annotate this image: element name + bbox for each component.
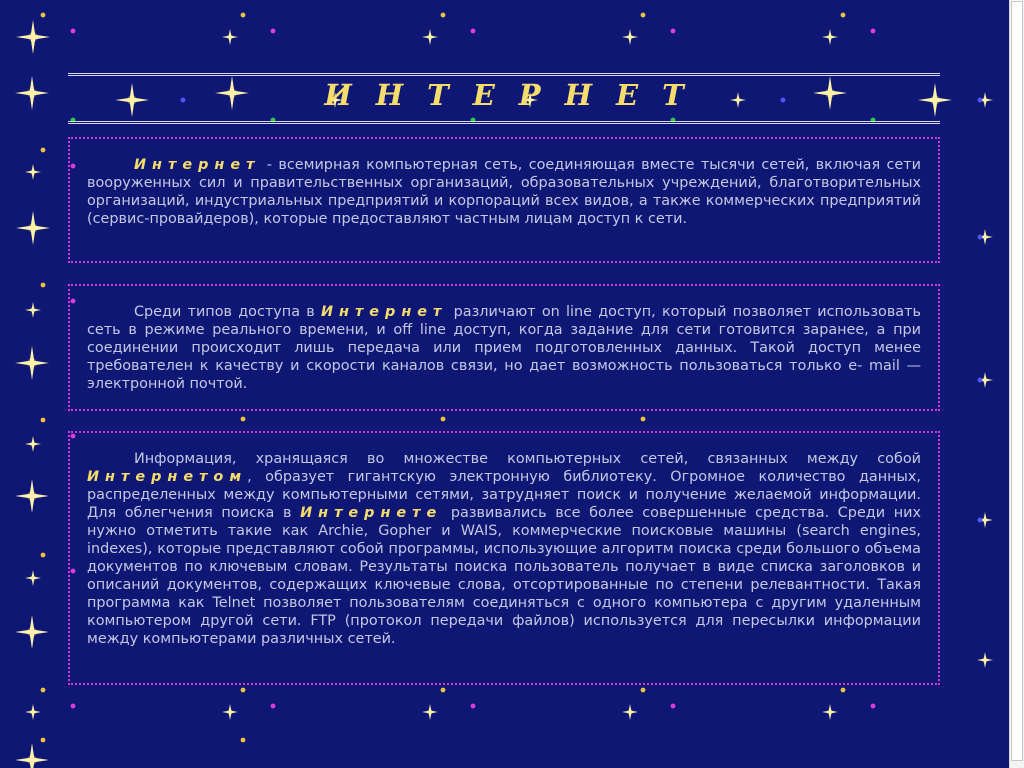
panel-text: Интернет - всемирная компьютерная сеть, … (87, 156, 921, 228)
body-text: Информация, хранящаяся во множестве комп… (134, 451, 921, 467)
vertical-scrollbar[interactable] (1009, 0, 1024, 768)
scrollbar-thumb[interactable] (1011, 1, 1023, 761)
body-text: развивались все более совершенные средст… (87, 505, 921, 647)
term-internet: Интернете (300, 505, 443, 521)
information-search-panel: Информация, хранящаяся во множестве комп… (68, 431, 940, 685)
intro-panel: Интернет - всемирная компьютерная сеть, … (68, 137, 940, 263)
page-content: ИНТЕРНЕТ Интернет - всемирная компьютерн… (0, 0, 1010, 768)
term-internet: Интернетом (87, 469, 248, 485)
page-title: ИНТЕРНЕТ (324, 78, 708, 112)
title-bar: ИНТЕРНЕТ (68, 73, 940, 124)
panel-text: Информация, хранящаяся во множестве комп… (87, 450, 921, 648)
body-text: Среди типов доступа в (134, 304, 321, 320)
panel-text: Среди типов доступа в Интернет различают… (87, 303, 921, 393)
term-internet: Интернет (320, 304, 448, 320)
term-internet: Интернет (134, 157, 261, 173)
access-types-panel: Среди типов доступа в Интернет различают… (68, 284, 940, 411)
